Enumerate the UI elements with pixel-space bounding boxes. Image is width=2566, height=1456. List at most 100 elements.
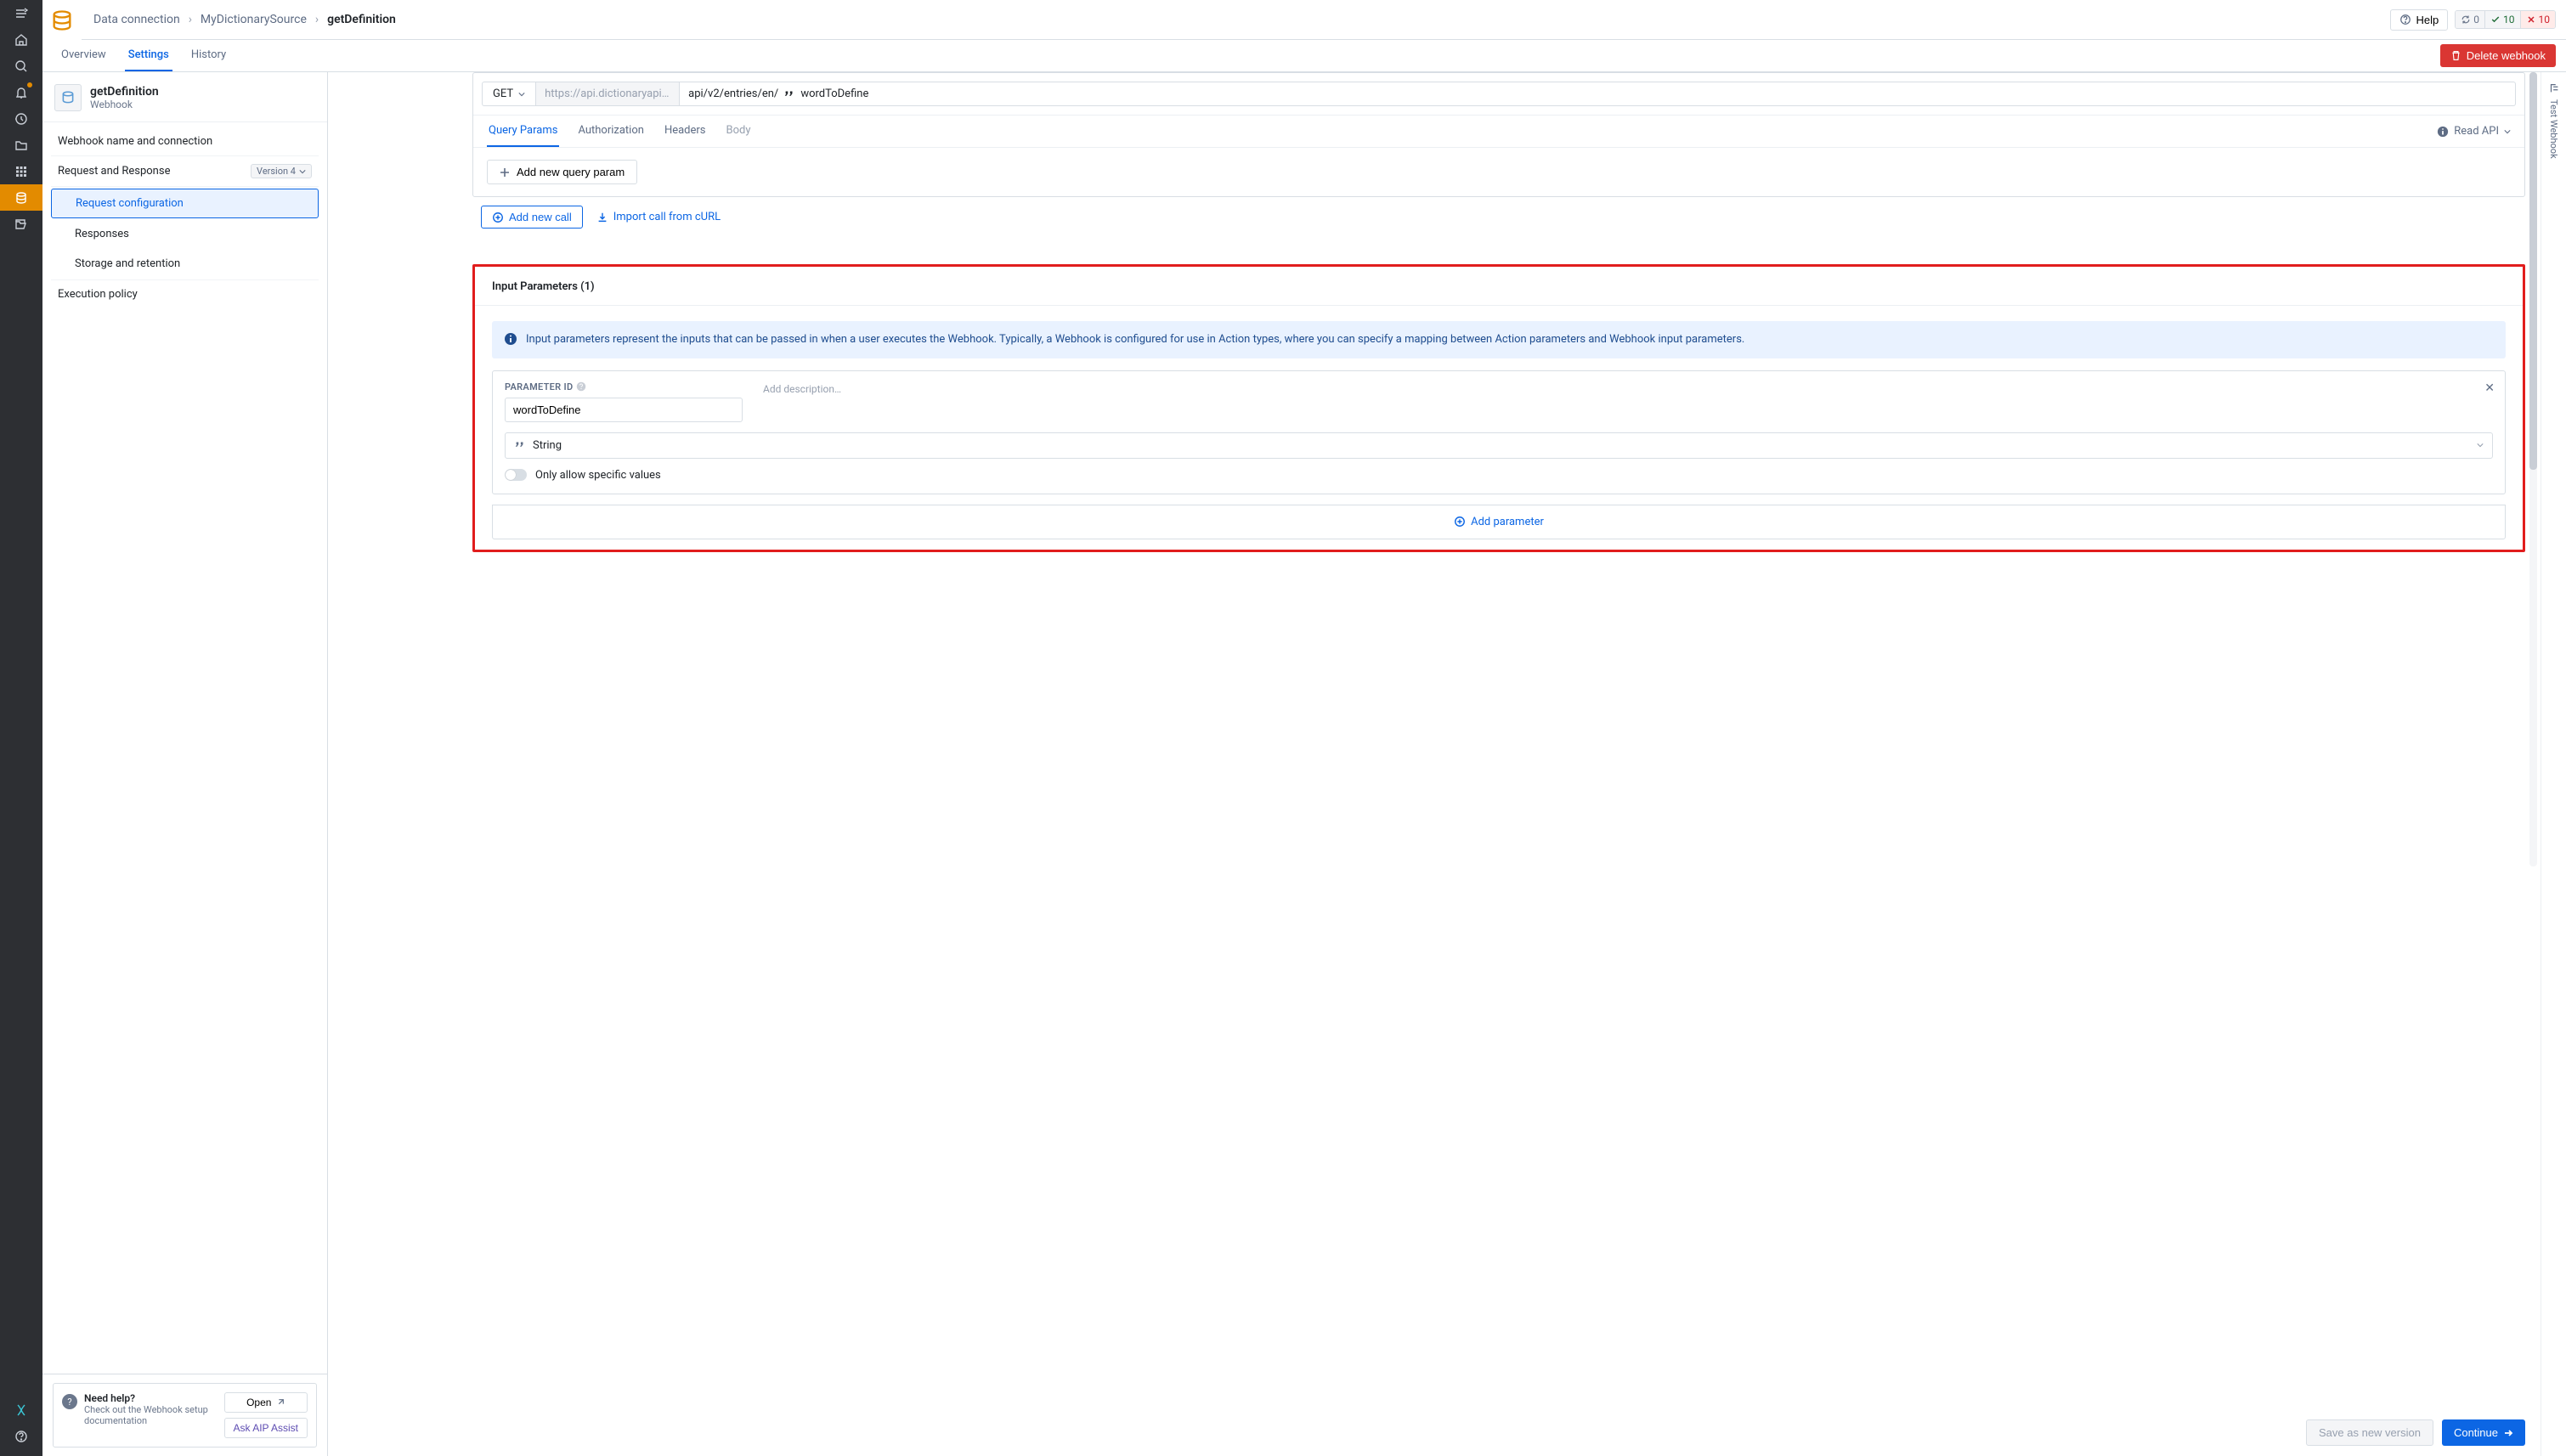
inner-tab-query-params[interactable]: Query Params — [487, 116, 559, 147]
string-type-icon — [514, 439, 526, 451]
tab-history[interactable]: History — [188, 40, 229, 71]
download-icon — [596, 212, 608, 223]
help-question-icon: ? — [62, 1394, 77, 1409]
search-icon[interactable] — [0, 53, 42, 79]
folder-open-rail-icon[interactable] — [0, 211, 42, 237]
brand-icon — [42, 0, 82, 40]
method-label: GET — [493, 87, 513, 100]
read-api-dropdown[interactable]: Read API — [2437, 125, 2511, 138]
help-icon — [2399, 14, 2411, 25]
add-description-placeholder[interactable]: Add description… — [763, 381, 2493, 395]
success-status[interactable]: 10 — [2484, 11, 2520, 28]
only-specific-label: Only allow specific values — [535, 469, 661, 482]
notifications-icon[interactable] — [0, 79, 42, 105]
breadcrumb-source[interactable]: MyDictionarySource — [201, 13, 307, 26]
save-version-button[interactable]: Save as new version — [2306, 1419, 2433, 1446]
sidebar-subtitle: Webhook — [90, 99, 159, 110]
refresh-icon — [2461, 14, 2471, 25]
parameter-row: ✕ PARAMETER ID Add description… — [492, 370, 2506, 494]
call-card: GET https://api.dictionaryapi.... api/v2… — [472, 72, 2525, 197]
inner-tab-authorization[interactable]: Authorization — [576, 116, 646, 147]
ask-aip-assist-button[interactable]: Ask AIP Assist — [224, 1418, 308, 1438]
add-query-param-button[interactable]: Add new query param — [487, 160, 637, 184]
menu-toggle-icon[interactable] — [0, 0, 42, 26]
sidebar-item-name-connection[interactable]: Webhook name and connection — [51, 127, 319, 156]
input-parameters-heading: Input Parameters (1) — [475, 267, 2523, 306]
delete-webhook-button[interactable]: Delete webhook — [2440, 44, 2556, 67]
add-call-label: Add new call — [509, 211, 572, 223]
folder-rail-icon[interactable] — [0, 132, 42, 158]
scrollbar[interactable] — [2529, 72, 2539, 1397]
http-method-select[interactable]: GET — [482, 82, 535, 106]
parameter-id-label: PARAMETER ID — [505, 381, 743, 392]
only-specific-values-toggle[interactable] — [505, 469, 527, 481]
chevron-down-icon — [518, 91, 525, 98]
open-docs-button[interactable]: Open — [224, 1392, 308, 1413]
bio-icon[interactable] — [0, 1397, 42, 1423]
sidebar-nav: Webhook name and connection Request and … — [42, 122, 327, 1374]
breadcrumb-sep-icon: › — [315, 13, 319, 26]
import-curl-link[interactable]: Import call from cURL — [596, 211, 721, 223]
test-webhook-button[interactable]: Test Webhook — [2548, 99, 2559, 159]
sidebar-subitem-request-config[interactable]: Request configuration — [51, 189, 319, 218]
add-parameter-button[interactable]: Add parameter — [492, 505, 2506, 539]
error-status[interactable]: 10 — [2520, 11, 2556, 28]
info-text: Input parameters represent the inputs th… — [526, 331, 1744, 348]
breadcrumb-leaf: getDefinition — [327, 13, 396, 26]
topbar: Data connection › MyDictionarySource › g… — [82, 0, 2566, 40]
apps-grid-icon[interactable] — [0, 158, 42, 184]
topbar-right: Help 0 10 10 — [2390, 9, 2557, 31]
open-label: Open — [246, 1397, 271, 1408]
history-rail-icon[interactable] — [0, 105, 42, 132]
type-label: String — [533, 439, 562, 452]
continue-label: Continue — [2454, 1426, 2498, 1439]
url-path-input[interactable]: api/v2/entries/en/ wordToDefine — [680, 82, 2516, 106]
settings-sidebar: getDefinition Webhook Webhook name and c… — [42, 72, 328, 1456]
parameter-id-input[interactable] — [505, 398, 743, 422]
sidebar-subitem-responses[interactable]: Responses — [51, 220, 319, 248]
sidebar-item-execution-policy[interactable]: Execution policy — [51, 279, 319, 308]
sidebar-title: getDefinition — [90, 85, 159, 99]
tab-overview[interactable]: Overview — [58, 40, 110, 71]
help-tooltip-icon[interactable] — [576, 381, 586, 392]
app-root: Data connection › MyDictionarySource › g… — [0, 0, 2566, 1456]
chevron-down-icon — [299, 168, 306, 175]
help-button[interactable]: Help — [2390, 9, 2449, 31]
only-specific-values-row: Only allow specific values — [505, 469, 2493, 482]
import-curl-label: Import call from cURL — [613, 211, 721, 223]
right-rail: Test Webhook — [2541, 72, 2566, 1456]
continue-button[interactable]: Continue — [2442, 1419, 2525, 1446]
refresh-status[interactable]: 0 — [2456, 11, 2484, 28]
left-rail — [0, 0, 42, 1456]
trash-icon — [2450, 50, 2461, 61]
base-url-display: https://api.dictionaryapi.... — [535, 82, 680, 106]
plus-circle-icon — [1454, 516, 1466, 528]
remove-parameter-button[interactable]: ✕ — [2484, 381, 2495, 395]
main-tabs: Overview Settings History Delete webhook — [42, 40, 2566, 72]
data-connection-rail-icon[interactable] — [0, 184, 42, 211]
url-row: GET https://api.dictionaryapi.... api/v2… — [473, 73, 2524, 115]
info-icon — [504, 332, 517, 346]
inner-tab-headers[interactable]: Headers — [663, 116, 708, 147]
rail-bottom — [0, 1397, 42, 1456]
status-group: 0 10 10 — [2455, 10, 2556, 29]
breadcrumb-root[interactable]: Data connection — [93, 13, 180, 26]
tab-settings[interactable]: Settings — [125, 40, 172, 71]
rail-top — [0, 0, 42, 237]
sidebar-item-request-response[interactable]: Request and Response Version 4 — [51, 156, 319, 187]
help-rail-icon[interactable] — [0, 1423, 42, 1449]
parameter-type-select[interactable]: String — [505, 432, 2493, 459]
home-icon[interactable] — [0, 26, 42, 53]
external-link-icon — [276, 1398, 285, 1407]
sidebar-header: getDefinition Webhook — [42, 72, 327, 122]
expand-panel-icon[interactable] — [2548, 82, 2560, 94]
add-call-button[interactable]: Add new call — [481, 206, 583, 229]
delete-label: Delete webhook — [2467, 49, 2546, 62]
add-query-label: Add new query param — [517, 166, 625, 178]
chevron-down-icon — [2477, 442, 2484, 449]
read-api-label: Read API — [2454, 125, 2499, 138]
sidebar-subitem-storage[interactable]: Storage and retention — [51, 250, 319, 278]
inner-tab-body[interactable]: Body — [725, 116, 753, 147]
err-count: 10 — [2539, 14, 2551, 25]
version-select[interactable]: Version 4 — [251, 164, 312, 178]
